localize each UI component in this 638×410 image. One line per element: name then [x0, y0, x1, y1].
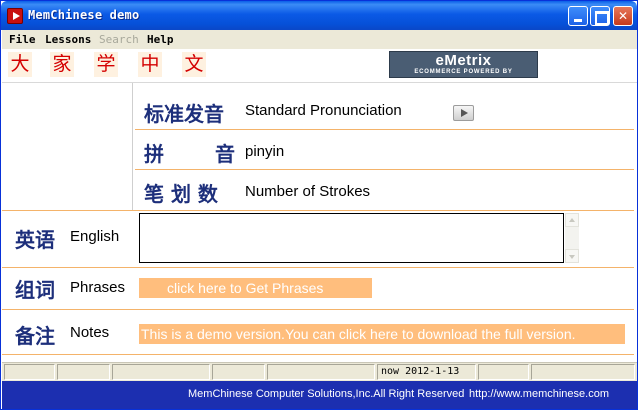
download-full-version-link[interactable]: This is a demo version.You can click her… [139, 324, 625, 344]
divider [2, 354, 634, 355]
app-window: MemChinese demo ✕ File Lessons Search He… [0, 0, 638, 410]
window-title: MemChinese demo [28, 8, 140, 22]
pronunciation-label-en: Standard Pronunciation [245, 102, 402, 119]
status-cell [531, 364, 635, 380]
minimize-button[interactable] [568, 6, 588, 26]
pinyin-label-cn-2: 音 [215, 142, 235, 166]
status-cell [478, 364, 529, 380]
footer-website-link[interactable]: http://www.memchinese.com [469, 388, 609, 400]
maximize-button[interactable] [590, 6, 610, 26]
phrases-label-cn: 组词 [15, 278, 55, 302]
divider [135, 129, 634, 130]
strokes-label-en: Number of Strokes [245, 183, 371, 200]
menu-help[interactable]: Help [147, 33, 174, 46]
pinyin-label-cn-1: 拼 [144, 142, 164, 166]
scroll-down-icon[interactable] [565, 249, 579, 263]
character-panel-divider [132, 83, 133, 210]
title-char-3: 学 [94, 52, 118, 77]
english-meaning-textarea[interactable] [140, 214, 563, 262]
pronunciation-label-cn: 标准发音 [144, 102, 224, 126]
notes-label-cn: 备注 [15, 324, 55, 348]
title-char-5: 文 [182, 52, 206, 77]
strokes-label-cn: 笔 划 数 [144, 182, 218, 206]
title-char-1: 大 [8, 52, 32, 77]
emetrix-logo[interactable]: eMetrix ECOMMERCE POWERED BY [389, 51, 538, 78]
menu-search: Search [99, 33, 139, 46]
status-cell [4, 364, 55, 380]
footer-bar: MemChinese Computer Solutions,Inc.All Ri… [2, 381, 637, 409]
notes-label-en: Notes [70, 324, 110, 341]
divider [2, 309, 634, 310]
status-cell [57, 364, 110, 380]
divider [2, 267, 634, 268]
logo-subtext: ECOMMERCE POWERED BY [414, 69, 513, 75]
divider [2, 210, 634, 211]
english-label-en: English [70, 228, 120, 245]
english-meaning-box[interactable] [139, 213, 564, 263]
status-date: now 2012-1-13 [377, 364, 476, 380]
title-tiles: 大 家 学 中 文 eMetrix ECOMMERCE POWERED BY [2, 49, 637, 80]
footer-copyright: MemChinese Computer Solutions,Inc.All Ri… [188, 388, 465, 400]
phrases-label-en: Phrases [70, 279, 126, 296]
status-cell [112, 364, 210, 380]
app-icon[interactable] [7, 8, 23, 24]
menu-bar: File Lessons Search Help [2, 30, 637, 49]
divider [2, 82, 637, 83]
close-button[interactable]: ✕ [613, 6, 633, 26]
title-char-2: 家 [50, 52, 74, 77]
title-char-4: 中 [138, 52, 162, 77]
divider [135, 169, 634, 170]
play-pronunciation-button[interactable] [453, 105, 474, 121]
logo-text: eMetrix [435, 52, 492, 69]
scroll-up-icon[interactable] [565, 213, 579, 227]
status-cell [212, 364, 265, 380]
title-bar[interactable]: MemChinese demo ✕ [1, 1, 637, 30]
get-phrases-button[interactable]: click here to Get Phrases [139, 278, 372, 298]
menu-file[interactable]: File [9, 33, 36, 46]
english-label-cn: 英语 [15, 228, 55, 252]
status-cell [267, 364, 375, 380]
pinyin-label-en: pinyin [245, 143, 285, 160]
main-content: 标准发音 Standard Pronunciation 拼 音 pinyin 笔… [2, 80, 637, 362]
status-bar: now 2012-1-13 [2, 362, 637, 381]
english-scrollbar[interactable] [565, 213, 579, 263]
menu-lessons[interactable]: Lessons [45, 33, 91, 46]
